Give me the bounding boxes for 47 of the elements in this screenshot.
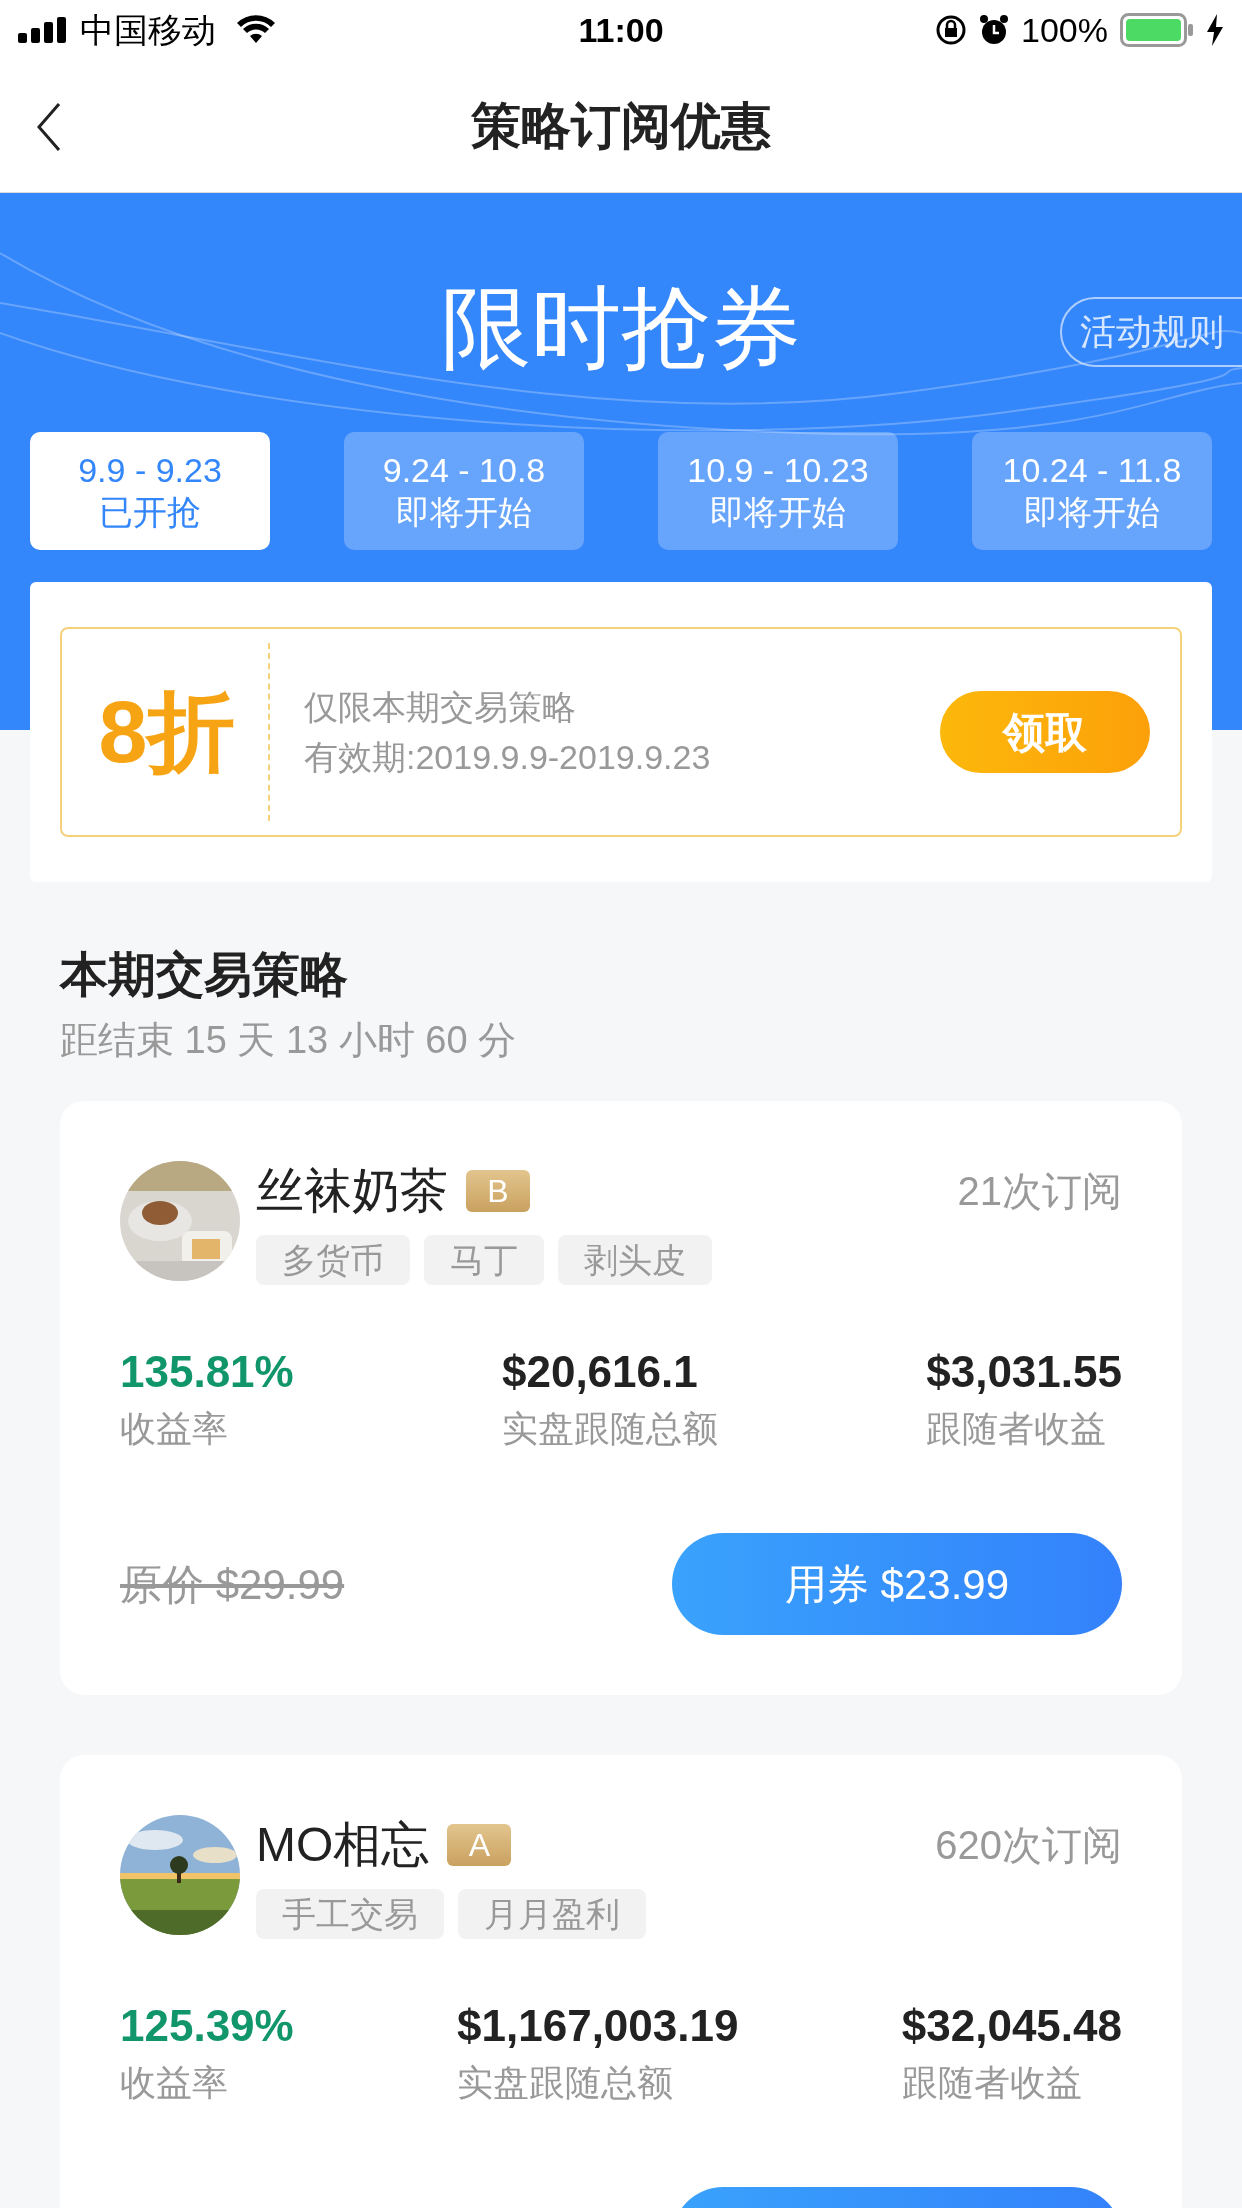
- tag-chip: 手工交易: [256, 1889, 444, 1939]
- tag-chip: 剥头皮: [558, 1235, 712, 1285]
- battery-icon: [1120, 13, 1194, 47]
- stat-value: 135.81%: [120, 1346, 294, 1398]
- strategy-name: 丝袜奶茶: [256, 1163, 448, 1219]
- battery-percent: 100%: [1021, 9, 1108, 51]
- countdown-text: 距结束 15 天 13 小时 60 分: [60, 1018, 518, 1063]
- stat-label: 收益率: [120, 1407, 229, 1451]
- charging-icon: [1206, 14, 1224, 46]
- stat-value: $32,045.48: [901, 2000, 1122, 2052]
- stat-value: $3,031.55: [926, 1346, 1122, 1398]
- clock-time: 11:00: [578, 9, 664, 51]
- subscription-count: 620次订阅: [935, 1822, 1122, 1869]
- hero-title: 限时抢券: [441, 277, 801, 380]
- rotation-lock-icon: [935, 14, 968, 46]
- subscription-count: 21次订阅: [957, 1168, 1122, 1215]
- alarm-icon: [979, 14, 1010, 46]
- period-tab[interactable]: 10.24 - 11.8 即将开始: [972, 432, 1212, 550]
- section-title: 本期交易策略: [60, 947, 349, 1003]
- strategy-name: MO相忘: [256, 1817, 430, 1873]
- page-title: 策略订阅优惠: [471, 96, 771, 156]
- grade-badge: B: [466, 1170, 530, 1212]
- stat-value: $20,616.1: [501, 1346, 699, 1398]
- original-price: 原价 $29.99: [120, 1559, 345, 1610]
- period-tab[interactable]: 10.9 - 10.23 即将开始: [658, 432, 898, 550]
- tag-chip: 多货币: [256, 1235, 410, 1285]
- wifi-icon: [236, 15, 276, 45]
- claim-button[interactable]: 领取: [940, 691, 1150, 773]
- tag-chip: 马丁: [424, 1235, 544, 1285]
- back-button[interactable]: [36, 102, 62, 152]
- stat-value: 125.39%: [120, 2000, 294, 2052]
- stat-label: 实盘跟随总额: [501, 1407, 718, 1451]
- stat-value: $1,167,003.19: [457, 2000, 739, 2052]
- use-coupon-button[interactable]: 用券 $23.99: [672, 1533, 1122, 1635]
- stat-label: 实盘跟随总额: [457, 2061, 675, 2105]
- stat-label: 跟随者收益: [926, 1407, 1108, 1451]
- period-tab[interactable]: 9.24 - 10.8 即将开始: [344, 432, 584, 550]
- period-tab[interactable]: 9.9 - 9.23 已开抢: [30, 432, 270, 550]
- stat-label: 跟随者收益: [901, 2061, 1083, 2105]
- tag-chip: 月月盈利: [458, 1889, 646, 1939]
- stat-label: 收益率: [120, 2061, 229, 2105]
- discount-label: 8折: [97, 681, 237, 783]
- carrier-name: 中国移动: [80, 9, 216, 51]
- grade-badge: A: [447, 1824, 512, 1866]
- rules-button[interactable]: 活动规则: [1060, 297, 1242, 367]
- coupon-validity: 有效期:2019.9.9-2019.9.23: [304, 737, 711, 778]
- coupon-scope: 仅限本期交易策略: [304, 687, 577, 728]
